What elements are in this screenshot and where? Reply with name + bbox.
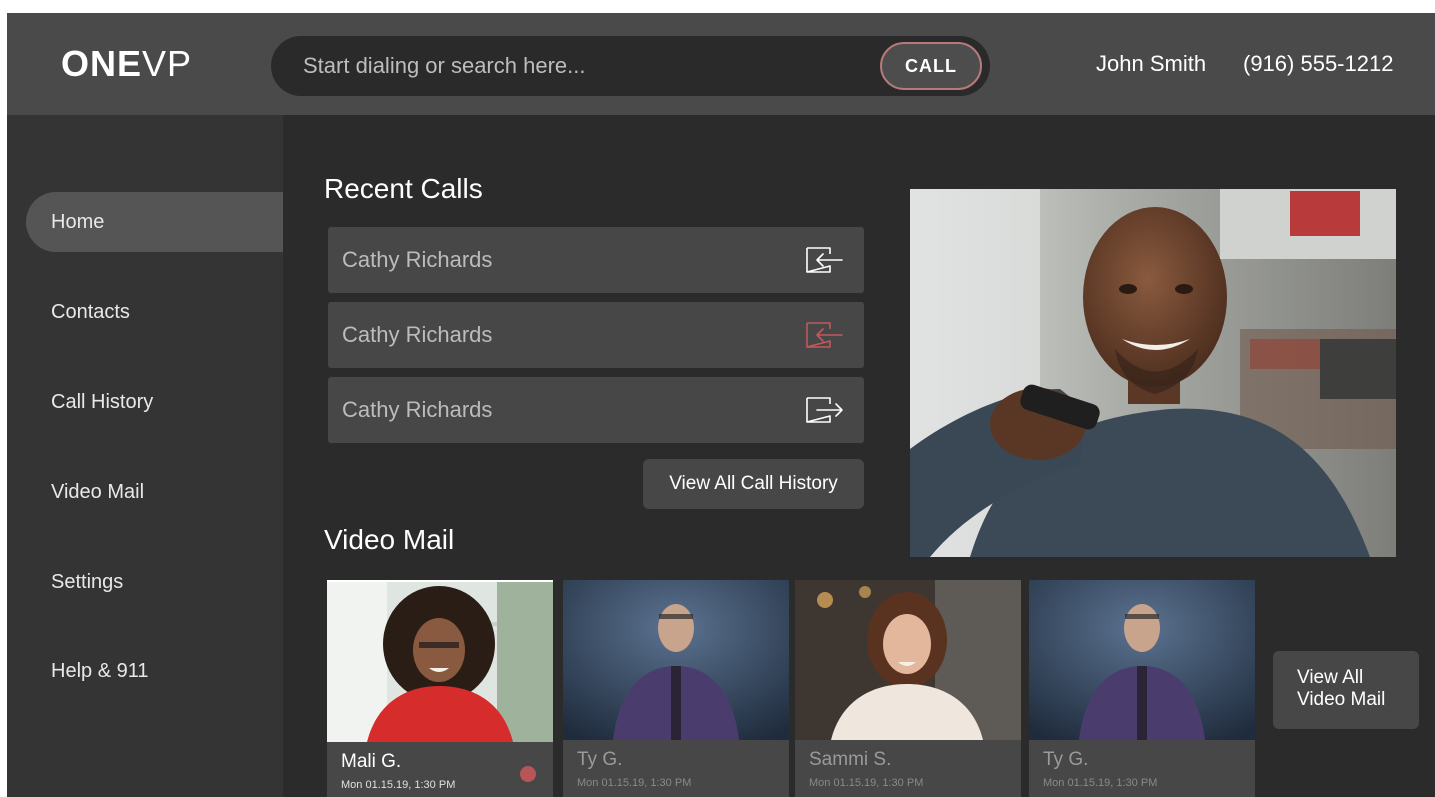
video-mail-sender: Ty G. xyxy=(577,749,623,770)
caller-name: Cathy Richards xyxy=(342,397,493,422)
video-thumbnail xyxy=(563,580,789,740)
top-bar: ONEVP CALL John Smith (916) 555-1212 xyxy=(7,13,1435,115)
woman-portrait-image xyxy=(327,582,553,742)
view-all-call-history-button[interactable]: View All Call History xyxy=(643,459,864,509)
video-mail-date: Mon 01.15.19, 1:30 PM xyxy=(577,777,692,789)
video-mail-card[interactable]: Ty G. Mon 01.15.19, 1:30 PM xyxy=(563,580,789,797)
app-window: ONEVP CALL John Smith (916) 555-1212 Hom… xyxy=(7,13,1435,797)
call-button[interactable]: CALL xyxy=(880,42,982,90)
sidebar-item-contacts[interactable]: Contacts xyxy=(26,282,283,342)
logo-bold: ONE xyxy=(61,43,143,84)
man-with-headset-image xyxy=(1029,580,1255,740)
sidebar: Home Contacts Call History Video Mail Se… xyxy=(7,115,283,797)
video-mail-date: Mon 01.15.19, 1:30 PM xyxy=(809,777,924,789)
video-mail-card[interactable]: Ty G. Mon 01.15.19, 1:30 PM xyxy=(1029,580,1255,797)
man-with-remote-image xyxy=(910,189,1396,557)
unread-indicator xyxy=(520,766,536,782)
man-with-headset-image xyxy=(563,580,789,740)
video-mail-title: Video Mail xyxy=(324,524,455,555)
sidebar-item-help-911[interactable]: Help & 911 xyxy=(26,641,283,701)
sidebar-item-home[interactable]: Home xyxy=(26,192,283,252)
video-thumbnail xyxy=(1029,580,1255,740)
video-thumbnail xyxy=(795,580,1021,740)
user-phone: (916) 555-1212 xyxy=(1243,51,1394,76)
sidebar-item-label: Home xyxy=(51,210,105,233)
hero-photo xyxy=(910,189,1396,557)
sidebar-item-label: Settings xyxy=(51,570,124,593)
recent-call-row[interactable]: Cathy Richards xyxy=(328,377,864,443)
woman-portrait-image xyxy=(795,580,1021,740)
sidebar-item-label: Video Mail xyxy=(51,480,145,503)
sidebar-item-label: Help & 911 xyxy=(51,659,149,682)
sidebar-item-label: Contacts xyxy=(51,300,130,323)
missed-call-icon xyxy=(806,322,843,348)
sidebar-item-video-mail[interactable]: Video Mail xyxy=(26,462,283,522)
recent-calls-title: Recent Calls xyxy=(324,173,483,204)
video-mail-sender: Sammi S. xyxy=(809,749,892,770)
video-mail-sender: Mali G. xyxy=(341,751,402,772)
sidebar-item-call-history[interactable]: Call History xyxy=(26,372,283,432)
search-input[interactable] xyxy=(303,50,863,82)
caller-name: Cathy Richards xyxy=(342,322,493,347)
video-mail-sender: Ty G. xyxy=(1043,749,1089,770)
sidebar-item-label: Call History xyxy=(51,390,154,413)
outgoing-call-icon xyxy=(806,397,843,423)
video-mail-card[interactable]: Sammi S. Mon 01.15.19, 1:30 PM xyxy=(795,580,1021,797)
logo-light: VP xyxy=(142,43,193,84)
search-bar: CALL xyxy=(271,36,990,96)
button-label-line2: Video Mail xyxy=(1297,689,1386,710)
view-all-video-mail-button[interactable]: View All Video Mail xyxy=(1273,651,1419,729)
recent-call-row[interactable]: Cathy Richards xyxy=(328,227,864,293)
incoming-call-icon xyxy=(806,247,843,273)
recent-call-row[interactable]: Cathy Richards xyxy=(328,302,864,368)
video-mail-card[interactable]: Mali G. Mon 01.15.19, 1:30 PM xyxy=(327,580,553,797)
video-mail-date: Mon 01.15.19, 1:30 PM xyxy=(1043,777,1158,789)
caller-name: Cathy Richards xyxy=(342,247,493,272)
user-name: John Smith xyxy=(1096,51,1207,76)
video-thumbnail xyxy=(327,582,553,742)
button-label-line1: View All xyxy=(1297,667,1364,688)
sidebar-item-settings[interactable]: Settings xyxy=(26,552,283,612)
app-logo: ONEVP xyxy=(61,43,192,85)
video-mail-date: Mon 01.15.19, 1:30 PM xyxy=(341,779,456,791)
